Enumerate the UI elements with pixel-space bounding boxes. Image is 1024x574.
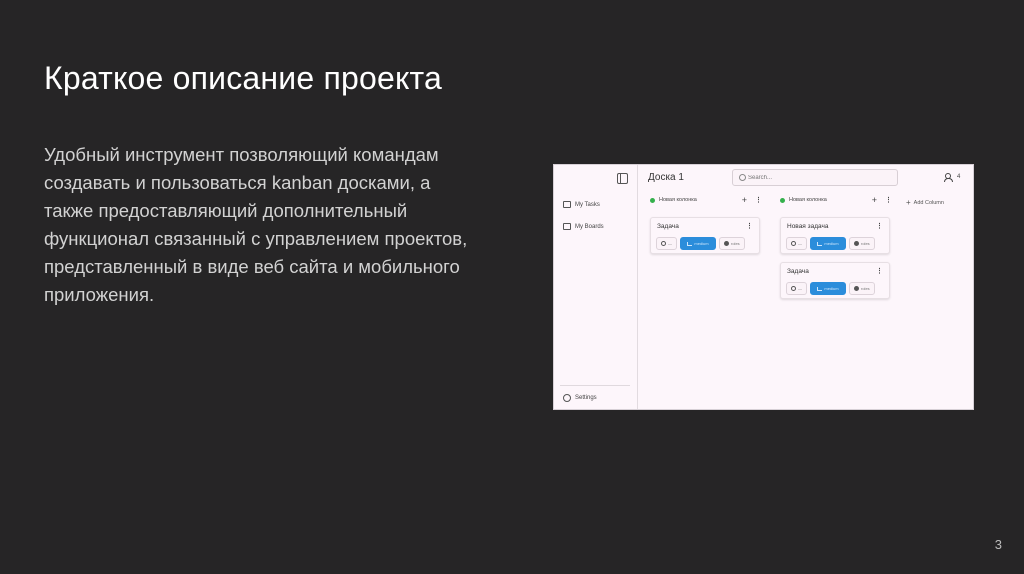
task-card[interactable]: Новая задача ⋮ — medium roles — [780, 217, 890, 254]
members-count: 4 — [957, 174, 961, 180]
clock-icon — [661, 241, 666, 246]
description-line: функционал связанный с управлением проек… — [44, 228, 468, 249]
book-icon — [563, 201, 571, 208]
card-chips: — medium roles — [786, 282, 875, 295]
card-menu-icon[interactable]: ⋮ — [746, 222, 753, 230]
description-line: Удобный инструмент позволяющий командам — [44, 144, 439, 165]
sidebar-divider — [560, 385, 630, 386]
status-dot — [650, 197, 655, 203]
plus-icon: + — [906, 198, 911, 207]
assignee-chip[interactable]: roles — [719, 237, 745, 250]
chart-icon — [687, 241, 693, 246]
app-screenshot: My Tasks My Boards Settings Доска 1 4 Но… — [553, 164, 974, 410]
assignee-value: roles — [731, 241, 740, 246]
description-line: также предоставляющий дополнительный — [44, 200, 408, 221]
column-header: Новая колонка + ⋮ — [780, 195, 892, 205]
priority-chip[interactable]: medium — [810, 237, 846, 250]
user-icon — [854, 286, 859, 291]
date-chip[interactable]: — — [786, 237, 807, 250]
status-dot — [780, 197, 785, 203]
clock-icon — [791, 286, 796, 291]
search-box[interactable] — [732, 169, 898, 186]
sidebar-toggle-icon[interactable] — [617, 173, 628, 184]
sidebar-item-label: Settings — [575, 395, 597, 401]
description-line: представленный в виде веб сайта и мобиль… — [44, 256, 460, 277]
priority-chip[interactable]: medium — [810, 282, 846, 295]
card-title: Задача — [787, 268, 809, 275]
column-name: Новая колонка — [659, 197, 697, 203]
card-chips: — medium roles — [786, 237, 875, 250]
sidebar: My Tasks My Boards Settings — [554, 165, 638, 409]
board-column: Новая колонка + ⋮ Новая задача ⋮ — mediu… — [780, 195, 892, 299]
sidebar-item-my-boards[interactable]: My Boards — [563, 223, 604, 230]
sidebar-item-label: My Tasks — [575, 201, 600, 208]
briefcase-icon — [563, 223, 571, 230]
description-line: приложения. — [44, 284, 155, 305]
task-card[interactable]: Задача ⋮ — medium roles — [780, 262, 890, 299]
column-name: Новая колонка — [789, 197, 827, 203]
chart-icon — [817, 286, 823, 291]
search-input[interactable] — [748, 172, 888, 183]
priority-value: medium — [824, 286, 839, 291]
sidebar-item-my-tasks[interactable]: My Tasks — [563, 201, 600, 208]
task-card[interactable]: Задача ⋮ — medium roles — [650, 217, 760, 254]
clock-icon — [791, 241, 796, 246]
add-column-button[interactable]: + Add Column — [906, 199, 944, 207]
user-icon — [724, 241, 729, 246]
card-chips: — medium roles — [656, 237, 745, 250]
date-value: — — [668, 241, 672, 246]
user-icon — [854, 241, 859, 246]
assignee-chip[interactable]: roles — [849, 237, 875, 250]
members-button[interactable]: 4 — [944, 173, 961, 182]
assignee-value: roles — [861, 241, 870, 246]
card-title: Новая задача — [787, 223, 829, 230]
card-title: Задача — [657, 223, 679, 230]
slide-title: Краткое описание проекта — [44, 60, 443, 96]
column-menu-icon[interactable]: ⋮ — [755, 196, 762, 204]
assignee-chip[interactable]: roles — [849, 282, 875, 295]
page-number: 3 — [994, 537, 1002, 552]
card-menu-icon[interactable]: ⋮ — [876, 222, 883, 230]
chart-icon — [817, 241, 823, 246]
date-chip[interactable]: — — [656, 237, 677, 250]
board-column: Новая колонка + ⋮ Задача ⋮ — medium role… — [650, 195, 762, 254]
date-chip[interactable]: — — [786, 282, 807, 295]
date-value: — — [798, 286, 802, 291]
people-icon — [944, 173, 955, 182]
column-menu-icon[interactable]: ⋮ — [885, 196, 892, 204]
column-header: Новая колонка + ⋮ — [650, 195, 762, 205]
assignee-value: roles — [861, 286, 870, 291]
add-card-button[interactable]: + — [872, 195, 877, 205]
priority-chip[interactable]: medium — [680, 237, 716, 250]
search-icon — [739, 174, 746, 181]
add-card-button[interactable]: + — [742, 195, 747, 205]
slide-description: Удобный инструмент позволяющий командам … — [44, 141, 514, 309]
card-menu-icon[interactable]: ⋮ — [876, 267, 883, 275]
priority-value: medium — [694, 241, 709, 246]
sidebar-item-label: My Boards — [575, 223, 604, 230]
description-line: создавать и пользоваться kanban досками,… — [44, 172, 431, 193]
sidebar-item-settings[interactable]: Settings — [563, 394, 597, 402]
board-title: Доска 1 — [648, 172, 684, 183]
priority-value: medium — [824, 241, 839, 246]
add-column-label: Add Column — [913, 200, 944, 206]
date-value: — — [798, 241, 802, 246]
gear-icon — [563, 394, 571, 402]
